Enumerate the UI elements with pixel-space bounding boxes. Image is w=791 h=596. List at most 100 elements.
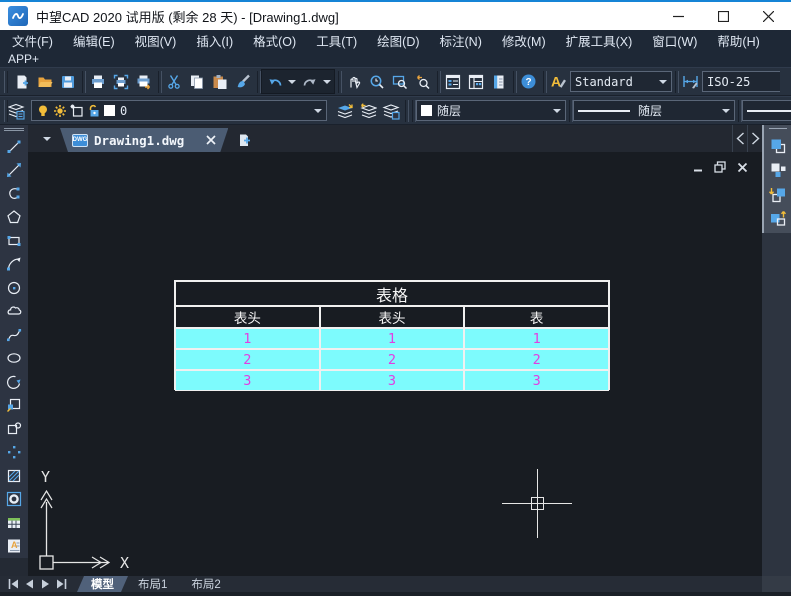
undo-button[interactable] xyxy=(263,69,286,94)
undo-dropdown[interactable] xyxy=(286,69,298,94)
copy-button[interactable] xyxy=(185,69,208,94)
tab-scroll-left-button[interactable] xyxy=(732,125,747,152)
rectangle-button[interactable] xyxy=(2,229,26,253)
cad-table-header[interactable]: 表头 xyxy=(175,306,320,328)
menu-window[interactable]: 窗口(W) xyxy=(642,29,707,52)
cad-table-cell[interactable]: 1 xyxy=(320,328,465,349)
circle-button[interactable] xyxy=(2,276,26,300)
cad-table[interactable]: 表格 表头 表头 表 1 1 1 2 2 2 3 3 3 xyxy=(174,280,610,390)
print-preview-button[interactable] xyxy=(109,69,132,94)
design-center-button[interactable] xyxy=(464,69,487,94)
mtext-button[interactable]: A xyxy=(2,535,26,559)
make-object-layer-current-button[interactable] xyxy=(333,98,356,123)
redo-button[interactable] xyxy=(298,69,321,94)
zoom-realtime-button[interactable] xyxy=(365,69,388,94)
close-button[interactable] xyxy=(746,2,791,30)
properties-palette-button[interactable] xyxy=(441,69,464,94)
redo-dropdown[interactable] xyxy=(321,69,333,94)
cad-table-cell[interactable]: 3 xyxy=(320,370,465,391)
toolbar-grip[interactable] xyxy=(2,71,8,93)
menu-app-plus[interactable]: APP+ xyxy=(0,52,47,66)
cad-table-header[interactable]: 表 xyxy=(464,306,609,328)
menu-help[interactable]: 帮助(H) xyxy=(707,29,769,52)
menu-file[interactable]: 文件(F) xyxy=(2,29,63,52)
draworder-send-to-back-button[interactable] xyxy=(766,158,790,182)
open-button[interactable] xyxy=(33,69,56,94)
draworder-bring-above-button[interactable] xyxy=(766,182,790,206)
layout-first-button[interactable] xyxy=(5,577,21,591)
menu-express-tools[interactable]: 扩展工具(X) xyxy=(556,29,643,52)
cad-table-header[interactable]: 表头 xyxy=(320,306,465,328)
point-button[interactable] xyxy=(2,441,26,465)
layer-previous-button[interactable] xyxy=(356,98,379,123)
polygon-button[interactable] xyxy=(2,206,26,230)
paste-button[interactable] xyxy=(208,69,231,94)
cad-table-cell[interactable]: 3 xyxy=(175,370,320,391)
toolbar-grip[interactable] xyxy=(769,128,787,132)
insert-block-button[interactable] xyxy=(2,394,26,418)
pan-button[interactable] xyxy=(342,69,365,94)
menu-tools[interactable]: 工具(T) xyxy=(306,29,367,52)
menu-view[interactable]: 视图(V) xyxy=(125,29,187,52)
lineweight-combo[interactable] xyxy=(742,100,791,121)
new-button[interactable] xyxy=(10,69,33,94)
color-combo[interactable]: 随层 xyxy=(416,100,566,121)
menu-modify[interactable]: 修改(M) xyxy=(492,29,556,52)
mdi-close-button[interactable] xyxy=(734,160,750,174)
plot-button[interactable] xyxy=(86,69,109,94)
layout-tab-layout2[interactable]: 布局2 xyxy=(177,576,234,592)
spline-button[interactable] xyxy=(2,323,26,347)
maximize-button[interactable] xyxy=(701,2,746,30)
menu-draw[interactable]: 绘图(D) xyxy=(367,29,429,52)
cut-button[interactable] xyxy=(162,69,185,94)
document-tab-drawing1[interactable]: DWG Drawing1.dwg xyxy=(60,128,228,152)
revision-cloud-button[interactable] xyxy=(2,300,26,324)
help-button[interactable]: ? xyxy=(517,69,540,94)
cad-table-cell[interactable]: 1 xyxy=(175,328,320,349)
mdi-minimize-button[interactable] xyxy=(690,160,706,174)
ellipse-arc-button[interactable] xyxy=(2,370,26,394)
hatch-button[interactable] xyxy=(2,464,26,488)
layout-last-button[interactable] xyxy=(53,577,69,591)
line-button[interactable] xyxy=(2,135,26,159)
draworder-bring-to-front-button[interactable] xyxy=(766,134,790,158)
layout-tab-model[interactable]: 模型 xyxy=(77,576,128,592)
draworder-send-under-button[interactable] xyxy=(766,206,790,230)
mdi-restore-button[interactable] xyxy=(712,160,728,174)
ellipse-button[interactable] xyxy=(2,347,26,371)
layout-tab-layout1[interactable]: 布局1 xyxy=(124,576,181,592)
cad-table-cell[interactable]: 2 xyxy=(175,349,320,370)
dim-style-icon[interactable] xyxy=(679,69,702,94)
dim-style-combo[interactable]: ISO-25 xyxy=(702,71,780,92)
cad-table-cell[interactable]: 1 xyxy=(464,328,609,349)
layer-states-button[interactable] xyxy=(379,98,402,123)
donut-button[interactable] xyxy=(2,488,26,512)
save-button[interactable] xyxy=(56,69,79,94)
match-properties-button[interactable] xyxy=(231,69,254,94)
make-block-button[interactable] xyxy=(2,417,26,441)
tab-scroll-right-button[interactable] xyxy=(747,125,762,152)
menu-format[interactable]: 格式(O) xyxy=(243,29,306,52)
menu-edit[interactable]: 编辑(E) xyxy=(63,29,125,52)
layout-prev-button[interactable] xyxy=(21,577,37,591)
zoom-previous-button[interactable] xyxy=(411,69,434,94)
tab-close-icon[interactable] xyxy=(206,135,216,145)
text-style-icon[interactable]: A xyxy=(547,69,570,94)
polyline-button[interactable] xyxy=(2,182,26,206)
toolbar-grip[interactable] xyxy=(4,128,24,131)
minimize-button[interactable] xyxy=(656,2,701,30)
linetype-combo[interactable]: 随层 xyxy=(573,100,735,121)
menu-dimension[interactable]: 标注(N) xyxy=(430,29,492,52)
cad-table-title[interactable]: 表格 xyxy=(175,281,609,306)
layout-next-button[interactable] xyxy=(37,577,53,591)
tool-palettes-button[interactable] xyxy=(487,69,510,94)
text-style-combo[interactable]: Standard xyxy=(570,71,672,92)
plot-export-button[interactable] xyxy=(132,69,155,94)
drawing-canvas[interactable]: 表格 表头 表头 表 1 1 1 2 2 2 3 3 3 Y X xyxy=(28,152,762,576)
arc-button[interactable] xyxy=(2,253,26,277)
construction-line-button[interactable] xyxy=(2,159,26,183)
new-tab-button[interactable] xyxy=(232,129,256,151)
cad-table-cell[interactable]: 3 xyxy=(464,370,609,391)
menu-insert[interactable]: 插入(I) xyxy=(186,29,243,52)
zoom-window-button[interactable] xyxy=(388,69,411,94)
